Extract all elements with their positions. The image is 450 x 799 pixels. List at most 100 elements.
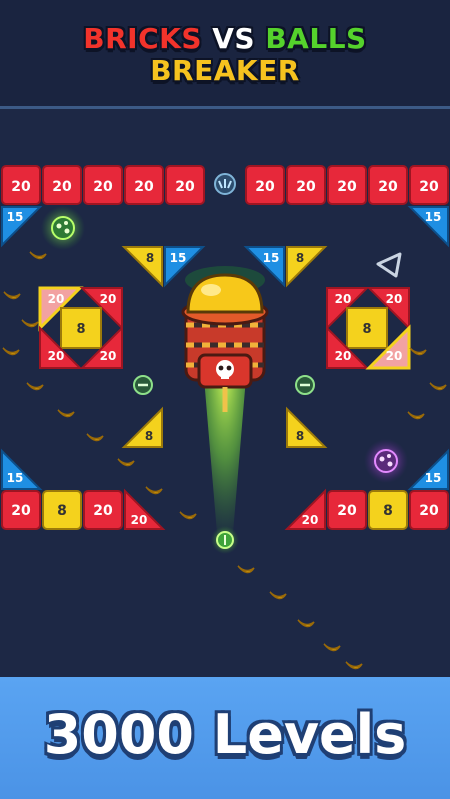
brick-value: 20 bbox=[337, 179, 357, 195]
right-brick-cluster: 20 20 8 20 20 bbox=[326, 287, 411, 370]
brick-value: 8 bbox=[296, 251, 304, 265]
brick-value: 20 bbox=[335, 349, 352, 363]
banana-icon bbox=[323, 643, 341, 652]
brick: 20 bbox=[286, 165, 326, 205]
brick-triangle: 20 bbox=[124, 488, 166, 530]
brick-value: 20 bbox=[93, 503, 113, 519]
mid-triangle-right-yellow: 8 bbox=[286, 246, 328, 288]
brick: 20 bbox=[409, 490, 449, 530]
brick-value: 8 bbox=[146, 251, 154, 265]
brick-value: 20 bbox=[419, 179, 439, 195]
banana-icon bbox=[179, 511, 197, 520]
brick: 20 bbox=[1, 490, 41, 530]
play-field[interactable]: 20 20 20 20 20 20 20 20 20 20 15 15 8 15… bbox=[0, 109, 450, 677]
brick: 8 bbox=[368, 490, 408, 530]
brick-value: 20 bbox=[337, 503, 357, 519]
bottom-brick-row-right: 20 20 8 20 bbox=[284, 488, 449, 530]
brick-value: 20 bbox=[255, 179, 275, 195]
brick-value: 15 bbox=[170, 251, 187, 265]
brick-value: 20 bbox=[48, 292, 65, 306]
banana-icon bbox=[2, 347, 20, 356]
banana-icon bbox=[21, 319, 39, 328]
brick: 20 bbox=[83, 165, 123, 205]
banana-icon bbox=[145, 486, 163, 495]
brick-value: 20 bbox=[386, 292, 403, 306]
brick-value: 20 bbox=[11, 503, 31, 519]
brick: 20 bbox=[368, 165, 408, 205]
triangle-pointer-icon bbox=[376, 252, 402, 278]
banana-icon bbox=[26, 382, 44, 391]
banana-icon bbox=[297, 619, 315, 628]
brick: 20 bbox=[124, 165, 164, 205]
brick-value: 20 bbox=[11, 179, 31, 195]
banana-icon bbox=[57, 409, 75, 418]
brick-value: 8 bbox=[296, 429, 304, 443]
brick-value: 20 bbox=[48, 349, 65, 363]
brick: 20 bbox=[42, 165, 82, 205]
green-ball-icon bbox=[41, 206, 85, 250]
banana-icon bbox=[269, 591, 287, 600]
brick: 20 bbox=[327, 165, 367, 205]
title-word-bricks: BRICKS bbox=[83, 22, 202, 55]
side-triangle-right: 8 bbox=[286, 406, 328, 448]
title-banner: BRICKS VS BALLS BREAKER bbox=[0, 0, 450, 109]
banana-icon bbox=[29, 251, 47, 260]
brick-value: 20 bbox=[100, 292, 117, 306]
title-word-vs: VS bbox=[212, 22, 256, 55]
mid-triangle-left-yellow: 8 bbox=[121, 246, 163, 288]
cannon-icon[interactable] bbox=[181, 266, 269, 412]
banana-icon bbox=[345, 661, 363, 670]
brick-value: 20 bbox=[335, 292, 352, 306]
brick-value: 20 bbox=[175, 179, 195, 195]
banana-icon bbox=[407, 411, 425, 420]
game-title-line2: BREAKER bbox=[150, 54, 300, 87]
side-triangle-left: 8 bbox=[121, 406, 163, 448]
brick-value: 20 bbox=[302, 513, 319, 527]
brick-value: 15 bbox=[263, 251, 280, 265]
title-word-balls: BALLS bbox=[265, 22, 367, 55]
bottom-brick-row-left: 20 8 20 20 bbox=[1, 488, 166, 530]
banana-icon bbox=[429, 382, 447, 391]
brick: 20 bbox=[165, 165, 205, 205]
top-brick-row-left: 20 20 20 20 20 bbox=[1, 165, 205, 205]
corner-triangle-left: 15 bbox=[1, 206, 43, 248]
top-brick-row-right: 20 20 20 20 20 bbox=[245, 165, 449, 205]
banana-icon bbox=[237, 565, 255, 574]
banana-icon bbox=[3, 291, 21, 300]
low-corner-triangle-left: 15 bbox=[1, 448, 43, 490]
brick-value: 20 bbox=[134, 179, 154, 195]
brick-value: 20 bbox=[93, 179, 113, 195]
brick-value: 8 bbox=[57, 503, 67, 519]
corner-triangle-right: 15 bbox=[407, 206, 449, 248]
brick: 20 bbox=[327, 490, 367, 530]
minus-powerup-icon bbox=[133, 375, 153, 395]
brick-value: 8 bbox=[145, 429, 153, 443]
brick: 20 bbox=[409, 165, 449, 205]
split-powerup-icon bbox=[214, 173, 236, 195]
brick: 8 bbox=[42, 490, 82, 530]
brick-value: 15 bbox=[425, 471, 442, 485]
brick-value: 15 bbox=[7, 471, 24, 485]
purple-ball-icon bbox=[364, 439, 408, 483]
banana-icon bbox=[117, 458, 135, 467]
brick-value: 20 bbox=[100, 349, 117, 363]
brick-value: 15 bbox=[7, 210, 24, 224]
low-corner-triangle-right: 15 bbox=[407, 448, 449, 490]
brick-value: 8 bbox=[383, 503, 393, 519]
game-screen: BRICKS VS BALLS BREAKER 20 20 20 20 20 2… bbox=[0, 0, 450, 799]
levels-banner: 3000 Levels bbox=[0, 677, 450, 799]
brick-value: 8 bbox=[76, 322, 85, 337]
brick-value: 20 bbox=[386, 349, 403, 363]
brick-value: 20 bbox=[296, 179, 316, 195]
minus-powerup-icon bbox=[295, 375, 315, 395]
brick: 20 bbox=[245, 165, 285, 205]
brick-value: 20 bbox=[52, 179, 72, 195]
brick-value: 20 bbox=[378, 179, 398, 195]
brick-value: 20 bbox=[131, 513, 148, 527]
brick-triangle: 20 bbox=[284, 488, 326, 530]
play-field-canvas: 20 20 20 20 20 20 20 20 20 20 15 15 8 15… bbox=[1, 165, 449, 670]
left-brick-cluster: 20 20 8 20 20 bbox=[38, 286, 123, 369]
banana-icon bbox=[86, 433, 104, 442]
levels-caption: 3000 Levels bbox=[43, 703, 407, 766]
brick: 20 bbox=[83, 490, 123, 530]
